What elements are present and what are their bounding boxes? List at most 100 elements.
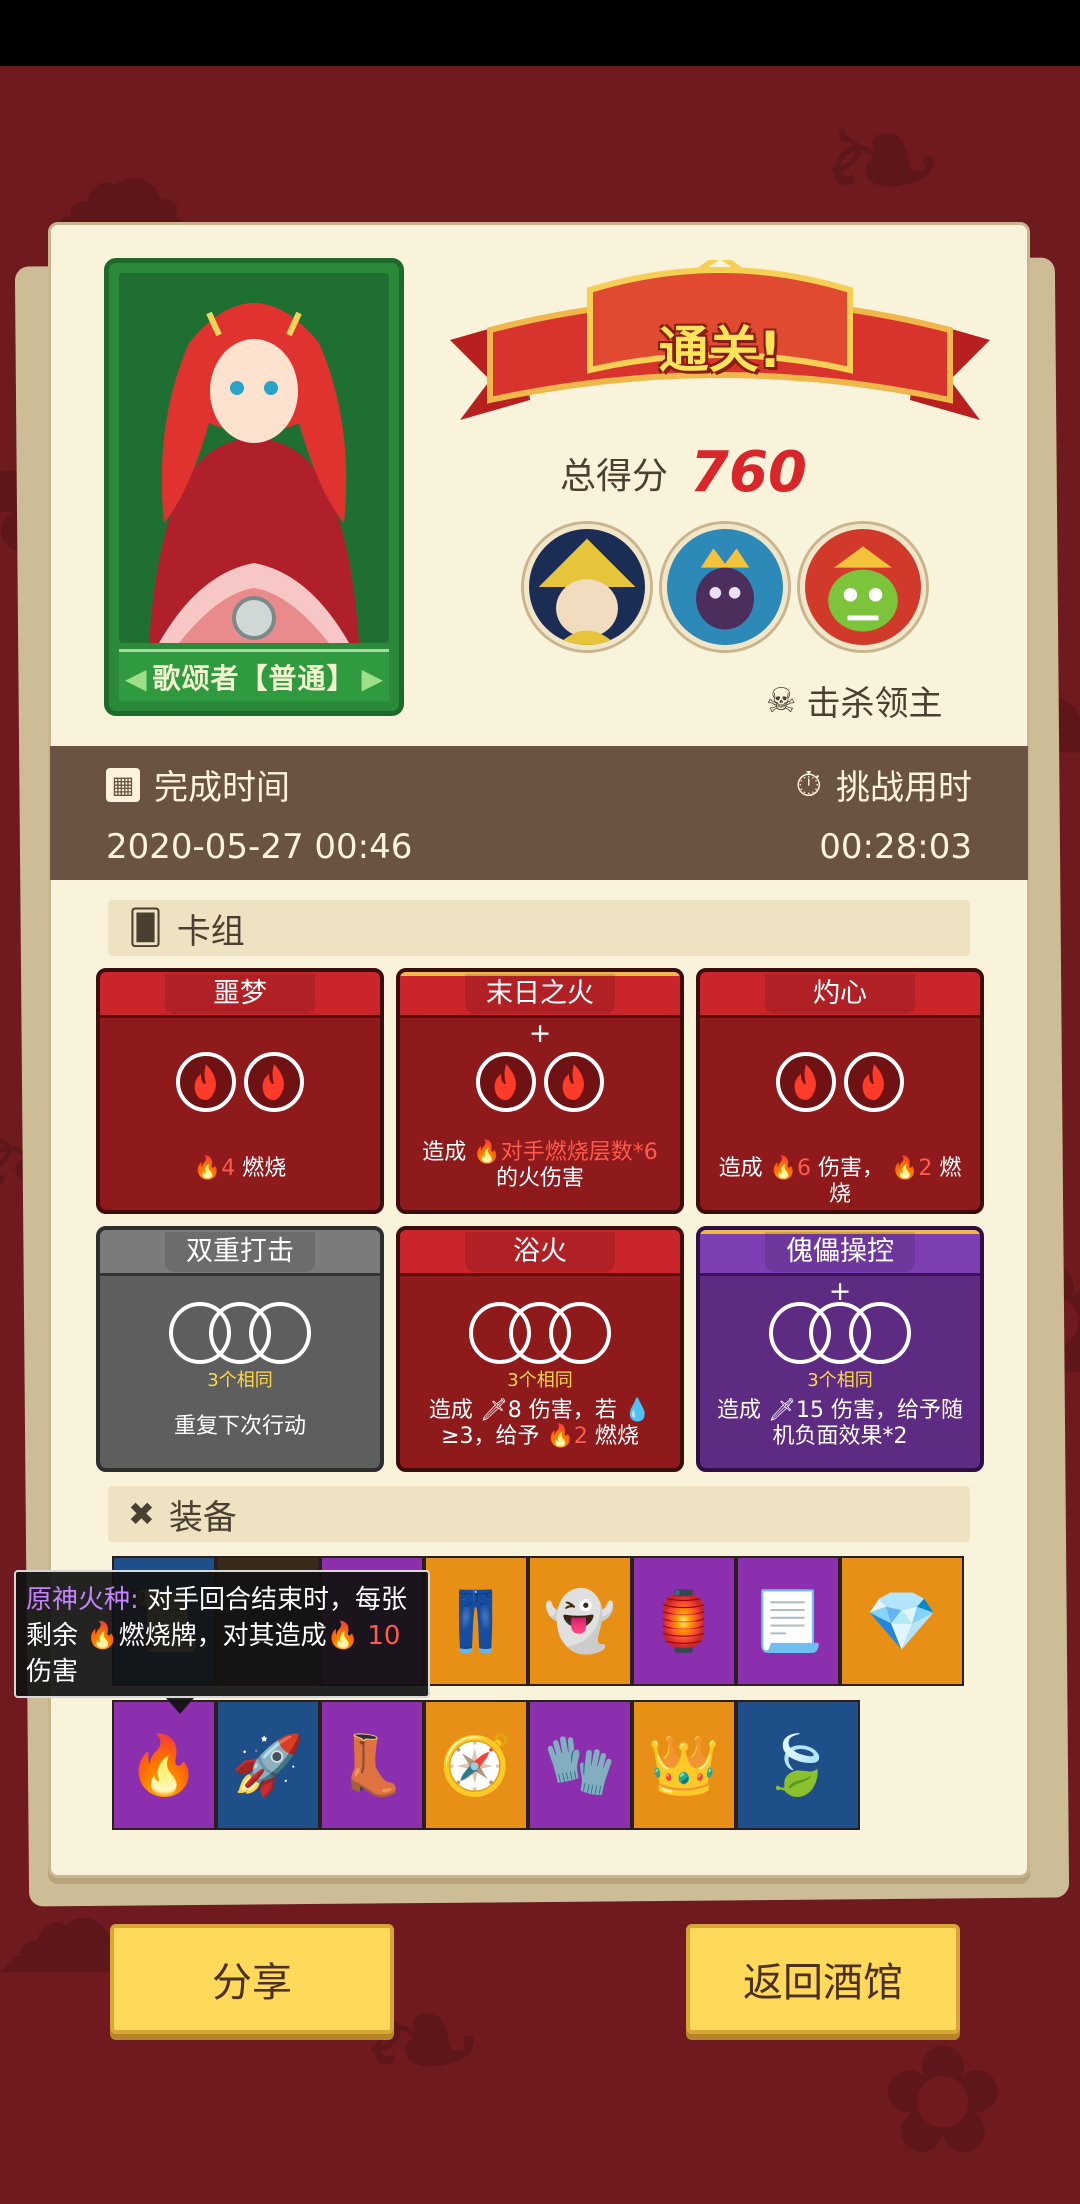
- desc-text: 伤害，: [817, 1156, 884, 1181]
- card-nightmare[interactable]: 噩梦 🔥4 燃烧: [96, 968, 384, 1214]
- desc-text: 造成: [428, 1398, 473, 1423]
- tooltip-text: 燃烧牌，对其造成: [118, 1621, 327, 1651]
- boss-portrait-2: [662, 524, 788, 650]
- burn-icon: 🔥: [473, 1140, 501, 1165]
- damage-value: 15: [795, 1398, 824, 1423]
- compass-icon[interactable]: 🧭: [424, 1700, 528, 1830]
- desc-text: ，给予: [473, 1424, 540, 1449]
- kill-boss-row: ☠ 击杀领主: [766, 676, 942, 725]
- deck-title: 卡组: [176, 911, 245, 952]
- hero-card: ◀ 歌颂者【普通】 ▶: [104, 258, 404, 716]
- desc-text: 的火伤害: [495, 1166, 584, 1191]
- complete-time-col: ▦ 完成时间 2020-05-27 00:46: [106, 760, 412, 867]
- desc-text: 造成: [717, 1398, 762, 1423]
- sword-icon: 🗡: [768, 1398, 796, 1423]
- card-title: 双重打击: [165, 1232, 315, 1272]
- empty-orb-icon: [849, 1302, 911, 1364]
- card-title: 噩梦: [165, 974, 315, 1014]
- burn-icon: 🔥: [193, 1156, 222, 1181]
- fire-orb-icon: [176, 1052, 236, 1112]
- score-row: 总得分 760: [560, 440, 807, 505]
- card-double-strike[interactable]: 双重打击 3个相同 重复下次行动: [96, 1226, 384, 1472]
- bone-icon: ✖: [128, 1495, 155, 1533]
- status-bar: [0, 0, 1080, 66]
- desc-text: 造成: [718, 1156, 763, 1181]
- card-description: 重复下次行动: [173, 1414, 306, 1439]
- kill-boss-label: 击杀领主: [806, 684, 943, 724]
- leaf-ring-icon[interactable]: 🍃: [736, 1700, 860, 1830]
- duration-value: 00:28:03: [819, 827, 972, 867]
- complete-time-value: 2020-05-27 00:46: [106, 827, 413, 867]
- boss-portrait-1: [524, 524, 650, 650]
- card-description: 造成 🔥对手燃烧层数*6 的火伤害: [412, 1140, 668, 1192]
- equipment-title: 装备: [168, 1497, 237, 1538]
- card-title: 灼心: [765, 974, 915, 1014]
- tooltip-pointer: [166, 1698, 194, 1714]
- card-cost: [400, 1302, 680, 1364]
- campfire-icon[interactable]: 🔥: [112, 1700, 216, 1830]
- card-description: 造成 🗡8 伤害，若 💧 ≥3，给予 🔥2 燃烧: [412, 1398, 668, 1450]
- card-scorch-heart[interactable]: 灼心 造成 🔥6 伤害， 🔥2 燃烧: [696, 968, 984, 1214]
- card-cost: [700, 1052, 980, 1112]
- arrow-left-icon[interactable]: ◀: [125, 662, 147, 695]
- skull-icon: ☠: [766, 680, 797, 721]
- share-button[interactable]: 分享: [110, 1924, 394, 2034]
- blood-drop-icon: 💧: [623, 1398, 652, 1423]
- fire-orb-icon: [244, 1052, 304, 1112]
- complete-time-label: 完成时间: [154, 768, 290, 808]
- boss-portrait-3: [800, 524, 926, 650]
- back-to-tavern-button[interactable]: 返回酒馆: [686, 1924, 960, 2034]
- desc-highlight: 对手燃烧层数*6: [500, 1140, 658, 1165]
- card-cost: [700, 1302, 980, 1364]
- empty-orb-icon: [249, 1302, 311, 1364]
- card-title: 傀儡操控+: [765, 1232, 915, 1307]
- cards-icon: 🂠: [128, 908, 163, 948]
- card-fire-bath[interactable]: 浴火 3个相同 造成 🗡8 伤害，若 💧 ≥3，给予 🔥2 燃烧: [396, 1226, 684, 1472]
- fire-gauntlet-icon[interactable]: 🧤: [528, 1700, 632, 1830]
- boot-icon[interactable]: 👢: [320, 1700, 424, 1830]
- burn-value: 4: [221, 1156, 236, 1181]
- equipment-header: ✖ 装备: [108, 1486, 970, 1542]
- parchment-icon[interactable]: 📃: [736, 1556, 840, 1686]
- card-doomfire[interactable]: 末日之火+ 造成 🔥对手燃烧层数*6 的火伤害: [396, 968, 684, 1214]
- time-bar: ▦ 完成时间 2020-05-27 00:46 ⏱ 挑战用时 00:28:03: [50, 746, 1028, 880]
- card-cost: [400, 1052, 680, 1112]
- victory-banner: 通关!: [450, 251, 990, 430]
- arrow-right-icon[interactable]: ▶: [361, 662, 383, 695]
- lantern-icon[interactable]: 🏮: [632, 1556, 736, 1686]
- tooltip-value: 10: [367, 1621, 401, 1651]
- card-cost: [100, 1052, 380, 1112]
- burn-icon: 🔥: [546, 1424, 574, 1449]
- score-value: 760: [690, 440, 807, 505]
- damage-value: 6: [796, 1156, 811, 1181]
- card-cost: [100, 1302, 380, 1364]
- fire-orb-icon: [844, 1052, 904, 1112]
- fire-orb-icon: [476, 1052, 536, 1112]
- same-count-label: 3个相同: [807, 1370, 873, 1391]
- same-count-label: 3个相同: [207, 1370, 273, 1391]
- desc-text: 造成: [422, 1140, 467, 1165]
- burn-icon: 🔥: [86, 1621, 119, 1651]
- pants-icon[interactable]: 👖: [424, 1556, 528, 1686]
- card-title: 浴火: [465, 1232, 615, 1272]
- burn-icon: 🔥: [326, 1621, 360, 1651]
- crown-icon[interactable]: 👑: [632, 1700, 736, 1830]
- banner-title: 通关!: [658, 321, 782, 379]
- card-description: 🔥4 燃烧: [112, 1156, 368, 1182]
- hero-name: 歌颂者【普通】: [152, 661, 356, 695]
- card-description: 造成 🔥6 伤害， 🔥2 燃烧: [712, 1156, 968, 1208]
- diamond-icon[interactable]: 💎: [840, 1556, 964, 1686]
- ghost-hand-icon[interactable]: 👻: [528, 1556, 632, 1686]
- tooltip-item-name: 原神火种: [26, 1585, 131, 1615]
- same-count-label: 3个相同: [507, 1370, 573, 1391]
- burn-value: 2: [918, 1156, 933, 1181]
- tooltip-colon: :: [130, 1585, 139, 1615]
- card-puppet-control[interactable]: 傀儡操控+ 3个相同 造成 🗡15 伤害，给予随机负面效果*2: [696, 1226, 984, 1472]
- card-title: 末日之火+: [465, 974, 615, 1049]
- desc-text: 伤害，若: [528, 1398, 617, 1423]
- desc-text: 燃烧: [594, 1424, 639, 1449]
- duration-label: 挑战用时: [836, 768, 972, 808]
- desc-text: 燃烧: [242, 1156, 287, 1181]
- duration-col: ⏱ 挑战用时 00:28:03: [795, 760, 972, 868]
- skull-rocket-icon[interactable]: 🚀: [216, 1700, 320, 1830]
